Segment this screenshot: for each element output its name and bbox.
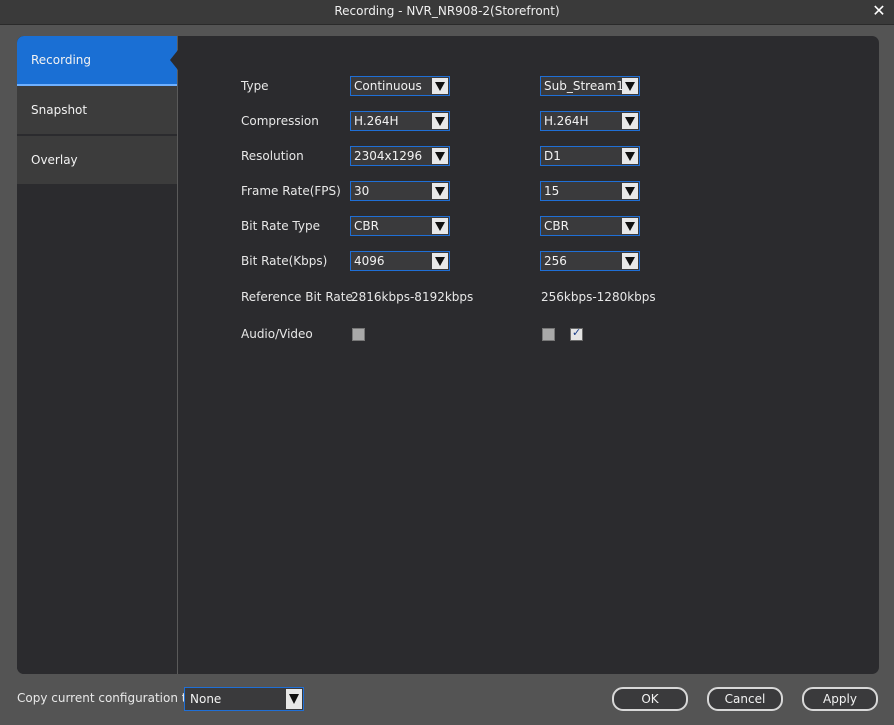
frame-rate-sub-select[interactable]: 15 bbox=[540, 181, 640, 201]
sidebar-item-recording[interactable]: Recording bbox=[17, 36, 178, 86]
select-value: D1 bbox=[544, 149, 561, 163]
type-main-select[interactable]: Continuous bbox=[350, 76, 450, 96]
chevron-down-icon[interactable] bbox=[622, 183, 638, 199]
chevron-down-icon[interactable] bbox=[432, 218, 448, 234]
frame-rate-main-select[interactable]: 30 bbox=[350, 181, 450, 201]
select-value: 30 bbox=[354, 184, 370, 198]
chevron-down-icon[interactable] bbox=[432, 183, 448, 199]
chevron-down-icon[interactable] bbox=[622, 78, 638, 94]
chevron-down-icon[interactable] bbox=[286, 689, 302, 709]
sidebar-item-label: Recording bbox=[31, 53, 92, 67]
chevron-down-icon[interactable] bbox=[622, 218, 638, 234]
title-bar: Recording - NVR_NR908-2(Storefront) ✕ bbox=[0, 0, 894, 25]
select-value: None bbox=[190, 692, 222, 706]
sidebar: Recording Snapshot Overlay bbox=[17, 36, 178, 674]
chevron-down-icon[interactable] bbox=[432, 113, 448, 129]
resolution-sub-select[interactable]: D1 bbox=[540, 146, 640, 166]
chevron-down-icon[interactable] bbox=[622, 113, 638, 129]
select-value: 256 bbox=[544, 254, 567, 268]
select-value: 4096 bbox=[354, 254, 385, 268]
sidebar-item-snapshot[interactable]: Snapshot bbox=[17, 86, 177, 136]
audio-video-sub-extra-checkbox[interactable]: ✓ bbox=[570, 326, 583, 341]
select-value: H.264H bbox=[544, 114, 589, 128]
cancel-button[interactable]: Cancel bbox=[707, 687, 783, 711]
chevron-down-icon[interactable] bbox=[432, 253, 448, 269]
reference-bit-rate-main: 2816kbps-8192kbps bbox=[351, 290, 474, 304]
type-label: Type bbox=[241, 79, 269, 93]
select-value: 2304x1296 bbox=[354, 149, 423, 163]
chevron-down-icon[interactable] bbox=[622, 148, 638, 164]
audio-video-main-checkbox[interactable] bbox=[352, 328, 365, 341]
resolution-main-select[interactable]: 2304x1296 bbox=[350, 146, 450, 166]
audio-video-sub-checkbox[interactable] bbox=[542, 328, 555, 341]
select-value: CBR bbox=[354, 219, 379, 233]
copy-config-select[interactable]: None bbox=[184, 687, 304, 711]
bit-rate-label: Bit Rate(Kbps) bbox=[241, 254, 328, 268]
select-value: Continuous bbox=[354, 79, 422, 93]
compression-sub-select[interactable]: H.264H bbox=[540, 111, 640, 131]
resolution-label: Resolution bbox=[241, 149, 304, 163]
sidebar-item-label: Overlay bbox=[31, 153, 78, 167]
copy-config-label: Copy current configuration to bbox=[17, 691, 194, 705]
bit-rate-type-label: Bit Rate Type bbox=[241, 219, 320, 233]
checkmark-icon: ✓ bbox=[572, 326, 582, 339]
window-title: Recording - NVR_NR908-2(Storefront) bbox=[334, 4, 560, 18]
chevron-down-icon[interactable] bbox=[622, 253, 638, 269]
audio-video-label: Audio/Video bbox=[241, 327, 313, 341]
select-value: Sub_Stream1 bbox=[544, 79, 624, 93]
close-icon[interactable]: ✕ bbox=[870, 2, 888, 20]
type-sub-select[interactable]: Sub_Stream1 bbox=[540, 76, 640, 96]
active-indicator bbox=[170, 50, 178, 70]
bit-rate-main-select[interactable]: 4096 bbox=[350, 251, 450, 271]
compression-main-select[interactable]: H.264H bbox=[350, 111, 450, 131]
bit-rate-type-sub-select[interactable]: CBR bbox=[540, 216, 640, 236]
ok-button[interactable]: OK bbox=[612, 687, 688, 711]
apply-button[interactable]: Apply bbox=[802, 687, 878, 711]
select-value: 15 bbox=[544, 184, 560, 198]
settings-panel: Recording Snapshot Overlay Type Continuo… bbox=[17, 36, 879, 674]
reference-bit-rate-sub: 256kbps-1280kbps bbox=[541, 290, 656, 304]
compression-label: Compression bbox=[241, 114, 319, 128]
sidebar-item-label: Snapshot bbox=[31, 103, 88, 117]
chevron-down-icon[interactable] bbox=[432, 148, 448, 164]
frame-rate-label: Frame Rate(FPS) bbox=[241, 184, 341, 198]
select-value: H.264H bbox=[354, 114, 399, 128]
select-value: CBR bbox=[544, 219, 569, 233]
chevron-down-icon[interactable] bbox=[432, 78, 448, 94]
sidebar-item-overlay[interactable]: Overlay bbox=[17, 136, 177, 186]
bit-rate-type-main-select[interactable]: CBR bbox=[350, 216, 450, 236]
reference-bit-rate-label: Reference Bit Rate bbox=[241, 290, 353, 304]
bit-rate-sub-select[interactable]: 256 bbox=[540, 251, 640, 271]
